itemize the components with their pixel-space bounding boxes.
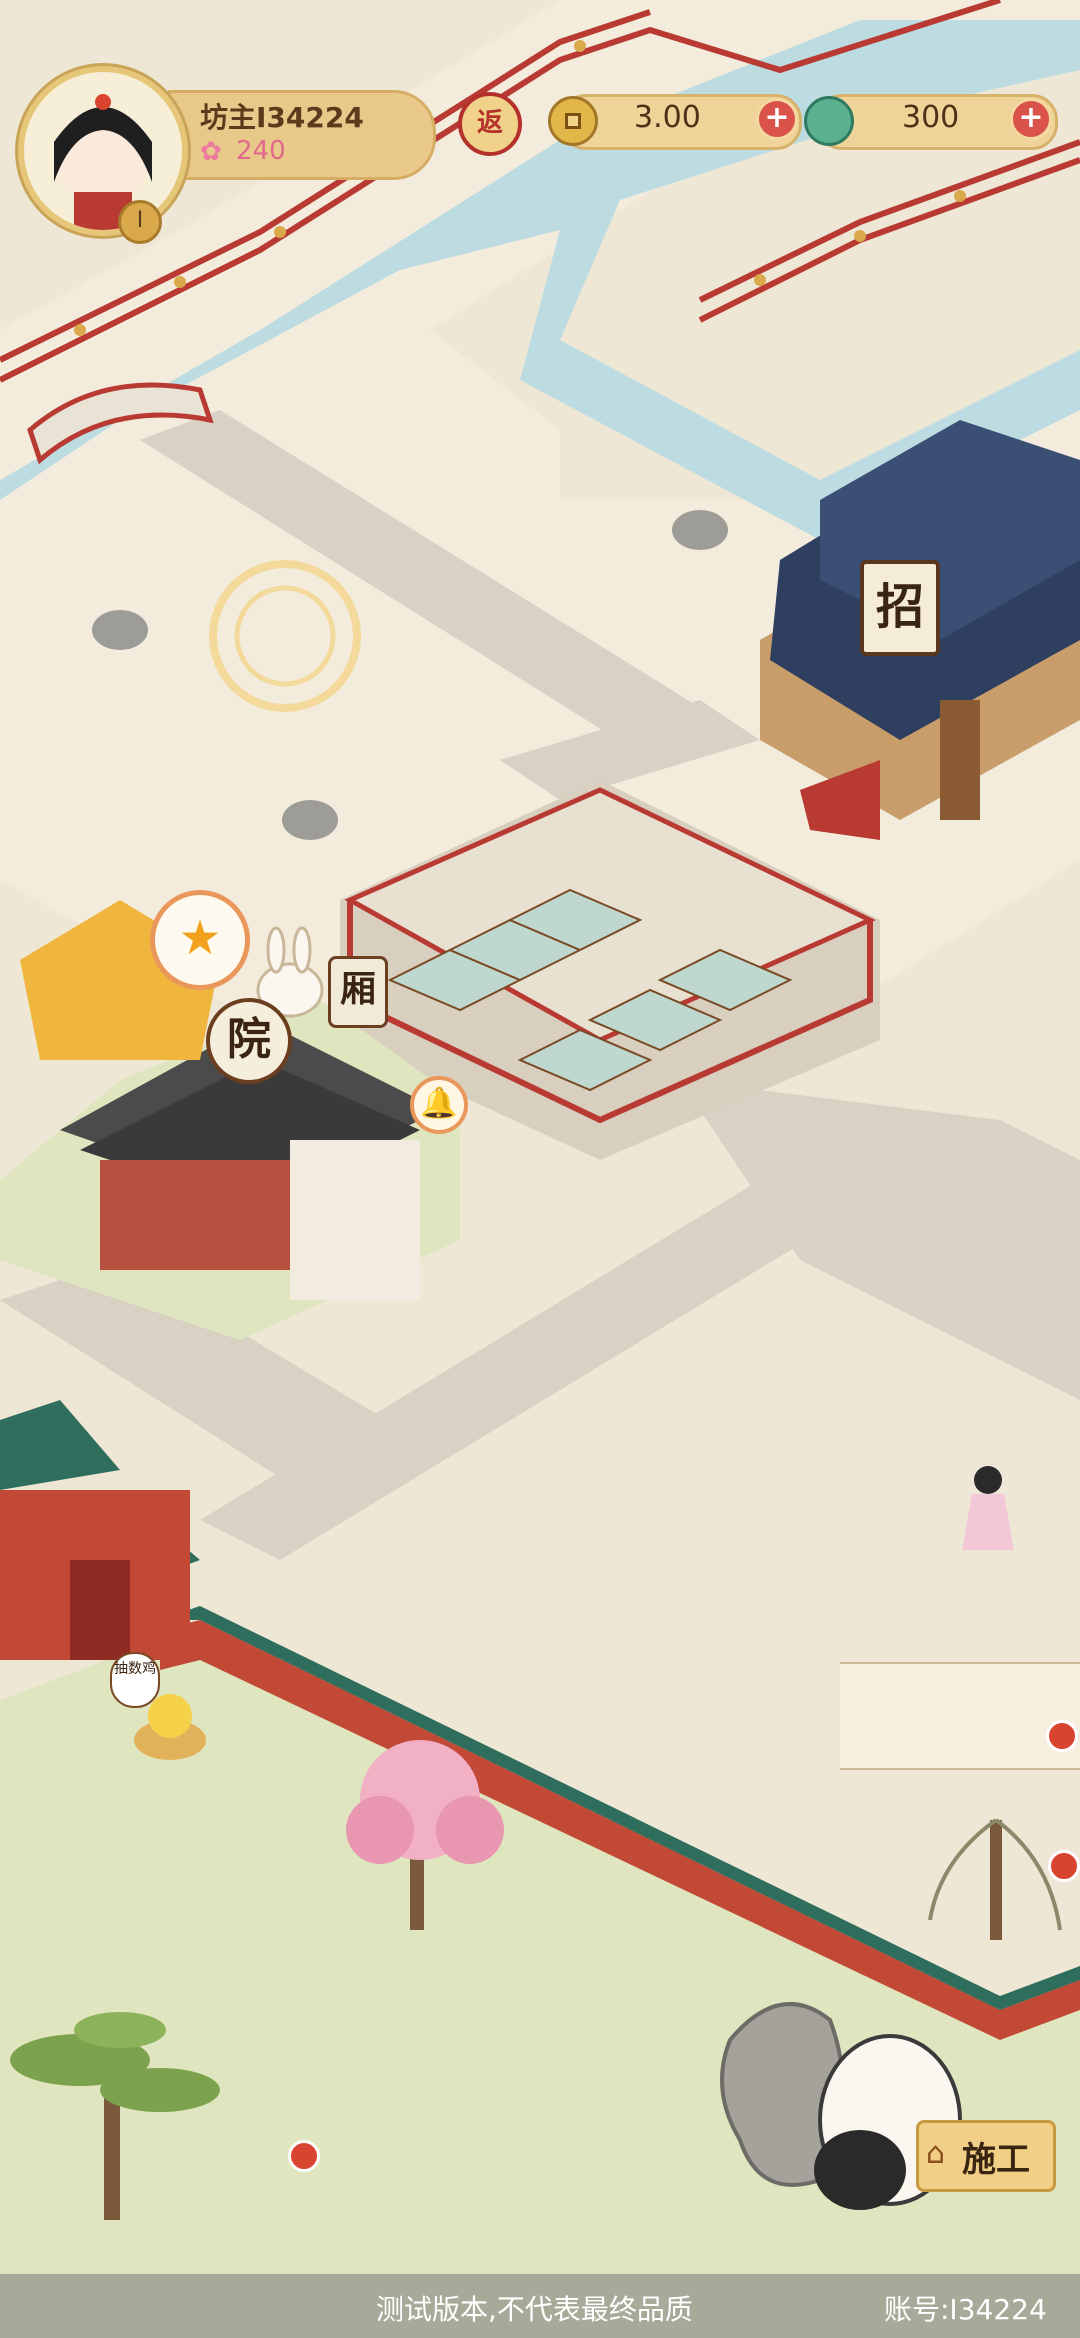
player-reputation: 240 <box>236 136 286 166</box>
jade-icon <box>804 96 854 146</box>
recruit-sign: 招 <box>860 560 940 656</box>
chick-sign: 抽数鸡 <box>110 1652 160 1708</box>
build-icon: ⌂ <box>926 2136 946 2171</box>
blossom-icon: ✿ <box>200 137 222 167</box>
wing-room-sign: 厢 <box>328 956 388 1028</box>
player-level-badge: I <box>118 200 162 244</box>
notification-dot <box>288 2140 320 2172</box>
notification-dot <box>1048 1850 1080 1882</box>
courtyard-sign: 院 <box>206 998 292 1084</box>
bell-icon[interactable]: 🔔 <box>410 1076 468 1134</box>
player-avatar[interactable] <box>18 66 188 236</box>
coin-amount: 3.00 <box>634 100 701 135</box>
copper-coin-icon <box>548 96 598 146</box>
add-coins-button[interactable]: + <box>756 98 798 140</box>
return-button[interactable]: 返 <box>458 92 522 156</box>
jade-amount: 300 <box>902 100 960 135</box>
test-version-notice: 测试版本,不代表最终品质 <box>376 2293 693 2326</box>
notification-dot <box>1046 1720 1078 1752</box>
star-icon[interactable]: ★ <box>150 890 250 990</box>
husky-event-card[interactable] <box>840 1662 1080 1770</box>
build-label: 施工 <box>962 2140 1030 2180</box>
account-id: 账号:I34224 <box>884 2293 1047 2326</box>
player-name: 坊主I34224 <box>200 101 364 134</box>
add-jade-button[interactable]: + <box>1010 98 1052 140</box>
game-scene[interactable] <box>0 0 1080 2338</box>
